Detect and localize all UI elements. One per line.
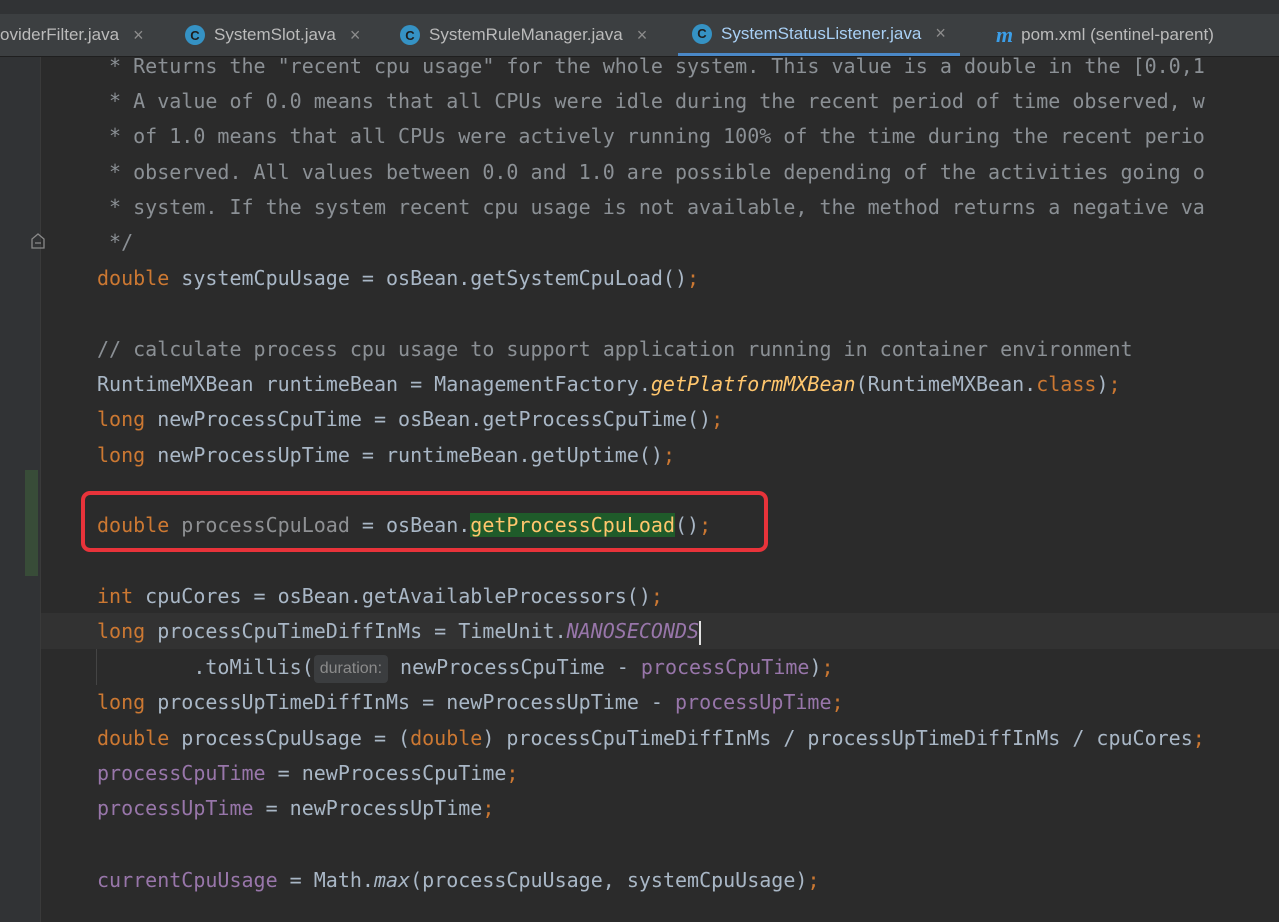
tab-label: pom.xml (sentinel-parent) bbox=[1021, 25, 1214, 44]
code-line: RuntimeMXBean runtimeBean = ManagementFa… bbox=[97, 372, 1121, 396]
vcs-change-marker[interactable] bbox=[25, 470, 38, 576]
close-icon[interactable]: × bbox=[133, 25, 144, 46]
tab-label: SystemSlot.java bbox=[214, 25, 336, 44]
code-line: * observed. All values between 0.0 and 1… bbox=[97, 160, 1205, 184]
tab-label: SystemStatusListener.java bbox=[721, 23, 922, 43]
code-line: double systemCpuUsage = osBean.getSystem… bbox=[97, 266, 700, 290]
code-line: processUpTime = newProcessUpTime; bbox=[97, 796, 495, 820]
code-line: double processCpuUsage = (double) proces… bbox=[97, 726, 1205, 750]
tab-system-status-listener[interactable]: C SystemStatusListener.java × bbox=[678, 14, 960, 56]
code-line: currentCpuUsage = Math.max(processCpuUsa… bbox=[97, 868, 820, 892]
code-comment: // calculate process cpu usage to suppor… bbox=[97, 337, 1133, 361]
code-line: long processUpTimeDiffInMs = newProcessU… bbox=[97, 690, 844, 714]
code-editor[interactable]: * Returns the "recent cpu usage" for the… bbox=[41, 57, 1279, 922]
editor-tab-bar: oviderFilter.java × C SystemSlot.java × … bbox=[0, 0, 1279, 57]
parameter-hint: duration: bbox=[313, 654, 389, 683]
tab-label: SystemRuleManager.java bbox=[429, 25, 623, 44]
code-line: * Returns the "recent cpu usage" for the… bbox=[97, 57, 1205, 78]
tab-pom-xml[interactable]: m pom.xml (sentinel-parent) bbox=[996, 14, 1214, 56]
tab-system-rule-manager[interactable]: C SystemRuleManager.java × bbox=[400, 14, 647, 56]
code-line: * system. If the system recent cpu usage… bbox=[97, 195, 1205, 219]
close-icon[interactable]: × bbox=[935, 23, 946, 44]
code-line: long newProcessUpTime = runtimeBean.getU… bbox=[97, 443, 675, 467]
indent-guide bbox=[96, 649, 97, 685]
code-line: */ bbox=[97, 230, 134, 254]
tab-label: oviderFilter.java bbox=[0, 25, 120, 44]
java-class-icon: C bbox=[400, 25, 420, 45]
maven-icon: m bbox=[996, 22, 1014, 47]
tab-provider-filter[interactable]: oviderFilter.java × bbox=[0, 14, 144, 56]
code-line: long processCpuTimeDiffInMs = TimeUnit.N… bbox=[97, 619, 702, 645]
java-class-icon: C bbox=[692, 23, 712, 44]
close-icon[interactable]: × bbox=[637, 25, 648, 46]
code-line: * of 1.0 means that all CPUs were active… bbox=[97, 124, 1205, 148]
code-line: .toMillis(duration: newProcessCpuTime - … bbox=[97, 649, 834, 685]
code-line: int cpuCores = osBean.getAvailableProces… bbox=[97, 584, 663, 608]
text-caret bbox=[699, 620, 702, 645]
code-line: * A value of 0.0 means that all CPUs wer… bbox=[97, 89, 1205, 113]
java-class-icon: C bbox=[185, 25, 205, 45]
code-line: processCpuTime = newProcessCpuTime; bbox=[97, 761, 519, 785]
tab-bar-top-strip bbox=[0, 0, 1279, 14]
annotation-highlight-box bbox=[81, 491, 768, 552]
tab-system-slot[interactable]: C SystemSlot.java × bbox=[185, 14, 360, 56]
code-line: long newProcessCpuTime = osBean.getProce… bbox=[97, 407, 724, 431]
close-icon[interactable]: × bbox=[350, 25, 361, 46]
